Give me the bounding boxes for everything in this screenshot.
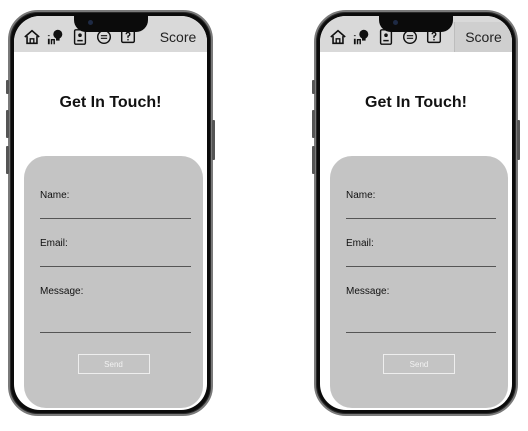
name-field[interactable]	[40, 218, 191, 219]
phone-screen: Score Get In Touch! Name: Email: Message…	[320, 16, 512, 410]
page-title: Get In Touch!	[365, 94, 467, 111]
name-label: Name:	[40, 190, 70, 201]
contact-form: Name: Email: Message: Send	[330, 156, 508, 408]
side-button	[212, 120, 215, 160]
home-icon[interactable]	[22, 27, 42, 47]
message-field[interactable]	[346, 332, 496, 333]
email-field[interactable]	[40, 266, 191, 267]
tips-icon[interactable]	[46, 27, 66, 47]
email-label: Email:	[40, 238, 68, 249]
phone-notch	[73, 16, 148, 32]
name-label: Name:	[346, 190, 376, 201]
side-button	[312, 146, 315, 174]
phone-notch	[379, 16, 453, 32]
phone-mockup-left: Score Get In Touch! Name: Email: Message…	[6, 10, 215, 416]
message-label: Message:	[346, 286, 390, 297]
score-tab[interactable]: Score	[454, 22, 512, 52]
tips-icon[interactable]	[352, 27, 372, 47]
page-title: Get In Touch!	[59, 94, 162, 111]
side-button	[6, 146, 9, 174]
message-label: Message:	[40, 286, 84, 297]
side-button	[6, 80, 9, 94]
message-field[interactable]	[40, 332, 191, 333]
phone-mockup-right: Score Get In Touch! Name: Email: Message…	[312, 10, 520, 416]
email-field[interactable]	[346, 266, 496, 267]
phone-screen: Score Get In Touch! Name: Email: Message…	[14, 16, 207, 410]
name-field[interactable]	[346, 218, 496, 219]
side-button	[6, 110, 9, 138]
camera-dot	[393, 20, 398, 25]
score-tab[interactable]: Score	[149, 22, 207, 52]
send-button[interactable]: Send	[383, 354, 455, 374]
side-button	[312, 110, 315, 138]
home-icon[interactable]	[328, 27, 348, 47]
email-label: Email:	[346, 238, 374, 249]
camera-dot	[87, 20, 93, 25]
contact-form: Name: Email: Message: Send	[24, 156, 203, 408]
side-button	[312, 80, 315, 94]
send-button[interactable]: Send	[77, 354, 150, 374]
side-button	[517, 120, 520, 160]
